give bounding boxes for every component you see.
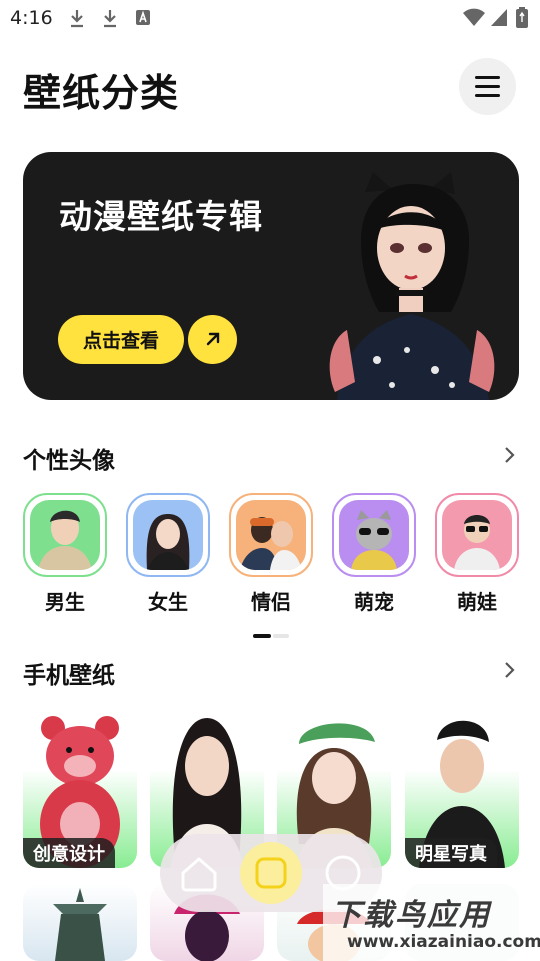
signal-icon (491, 9, 507, 26)
page-title: 壁纸分类 (23, 71, 180, 115)
anime-banner[interactable]: 动漫壁纸专辑 点击查看 (23, 152, 519, 400)
wallpaper-card[interactable] (23, 884, 137, 961)
wallpaper-card[interactable]: 明星写真 (405, 704, 519, 868)
watermark-url: www.xiazainiao.com (347, 932, 540, 952)
wallpaper-label: 创意设计 (23, 838, 115, 868)
watermark-text: 下载鸟应用 (331, 898, 491, 933)
avatar-label: 萌宠 (354, 590, 394, 614)
avatar-category-boys[interactable]: 男生 (23, 493, 109, 618)
avatar-image (339, 500, 409, 570)
battery-icon (516, 7, 528, 28)
avatar-image (30, 500, 100, 570)
avatar-category-girls[interactable]: 女生 (126, 493, 212, 618)
status-time: 4:16 (10, 7, 53, 29)
square-icon (255, 857, 287, 889)
section-title-avatars: 个性头像 (23, 448, 115, 474)
arrow-button[interactable] (188, 315, 237, 364)
menu-icon (475, 76, 500, 79)
page-indicator (253, 634, 289, 638)
chevron-right-icon[interactable] (500, 660, 520, 680)
avatar-label: 情侣 (251, 590, 291, 614)
download-icon (104, 10, 116, 28)
anime-girl-illustration (329, 172, 495, 400)
avatar-category-pets[interactable]: 萌宠 (332, 493, 418, 618)
avatar-label: 萌娃 (457, 590, 497, 614)
wifi-icon (463, 8, 485, 26)
avatar-image (236, 500, 306, 570)
arrow-up-right-icon (206, 332, 220, 346)
avatar-category-kids[interactable]: 萌娃 (435, 493, 521, 618)
wallpaper-label: 明星写真 (405, 838, 497, 868)
avatar-label: 女生 (148, 590, 188, 614)
status-bar: 4:16 (0, 0, 540, 36)
avatar-category-couples[interactable]: 情侣 (229, 493, 315, 618)
font-icon (136, 10, 150, 25)
avatar-image (133, 500, 203, 570)
chevron-right-icon[interactable] (500, 445, 520, 465)
avatar-label: 男生 (45, 590, 85, 614)
download-icon (71, 10, 83, 28)
menu-button[interactable] (459, 58, 516, 115)
watermark: 下载鸟应用 www.xiazainiao.com (323, 884, 540, 961)
wallpaper-card[interactable]: 创意设计 (23, 704, 137, 868)
banner-title: 动漫壁纸专辑 (59, 197, 263, 236)
avatar-image (442, 500, 512, 570)
view-button[interactable]: 点击查看 (58, 315, 184, 364)
section-title-wallpapers: 手机壁纸 (23, 663, 115, 689)
nav-category[interactable] (240, 842, 302, 904)
nav-home[interactable] (168, 842, 230, 904)
home-icon (181, 857, 217, 892)
statue-illustration (53, 888, 107, 961)
